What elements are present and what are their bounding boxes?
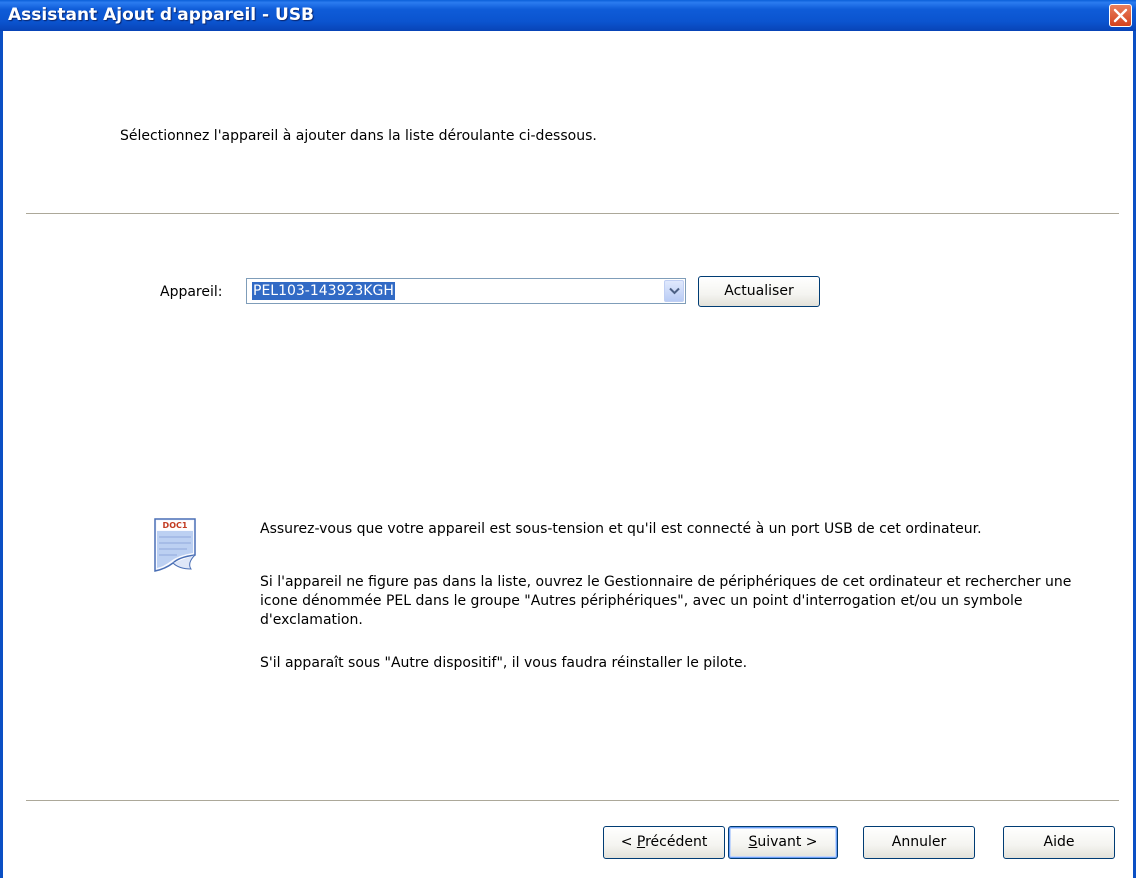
info-connect-text: Assurez-vous que votre appareil est sous… [260, 521, 982, 537]
previous-mnemonic: P [636, 834, 646, 850]
next-rest: uivant > [757, 834, 818, 850]
help-button[interactable]: Aide [1003, 826, 1115, 859]
info-reinstall-text: S'il apparaît sous "Autre dispositif", i… [260, 655, 748, 671]
device-label: Appareil: [160, 284, 223, 300]
close-icon [1113, 8, 1128, 23]
device-selected-value: PEL103-143923KGH [252, 282, 395, 300]
close-button[interactable] [1109, 4, 1132, 27]
previous-prefix: < [620, 834, 637, 850]
info-device-manager-text: Si l'appareil ne figure pas dans la list… [260, 574, 1072, 628]
header-separator [26, 213, 1119, 215]
title-bar[interactable]: Assistant Ajout d'appareil - USB [0, 0, 1136, 31]
previous-rest: récédent [645, 834, 708, 850]
refresh-button[interactable]: Actualiser [698, 276, 820, 307]
doc-icon: DOC1 [149, 517, 203, 573]
doc-icon-text: DOC1 [163, 521, 188, 530]
instruction-text: Sélectionnez l'appareil à ajouter dans l… [120, 128, 597, 144]
cancel-button[interactable]: Annuler [863, 826, 975, 859]
dropdown-button[interactable] [664, 280, 684, 302]
chevron-down-icon [669, 287, 680, 295]
footer-separator [26, 800, 1119, 802]
previous-button[interactable]: < Précédent [603, 826, 725, 859]
next-button[interactable]: Suivant > [728, 826, 838, 859]
device-select[interactable]: PEL103-143923KGH [246, 278, 686, 304]
wizard-content: Sélectionnez l'appareil à ajouter dans l… [3, 31, 1133, 878]
window-title: Assistant Ajout d'appareil - USB [8, 5, 315, 25]
